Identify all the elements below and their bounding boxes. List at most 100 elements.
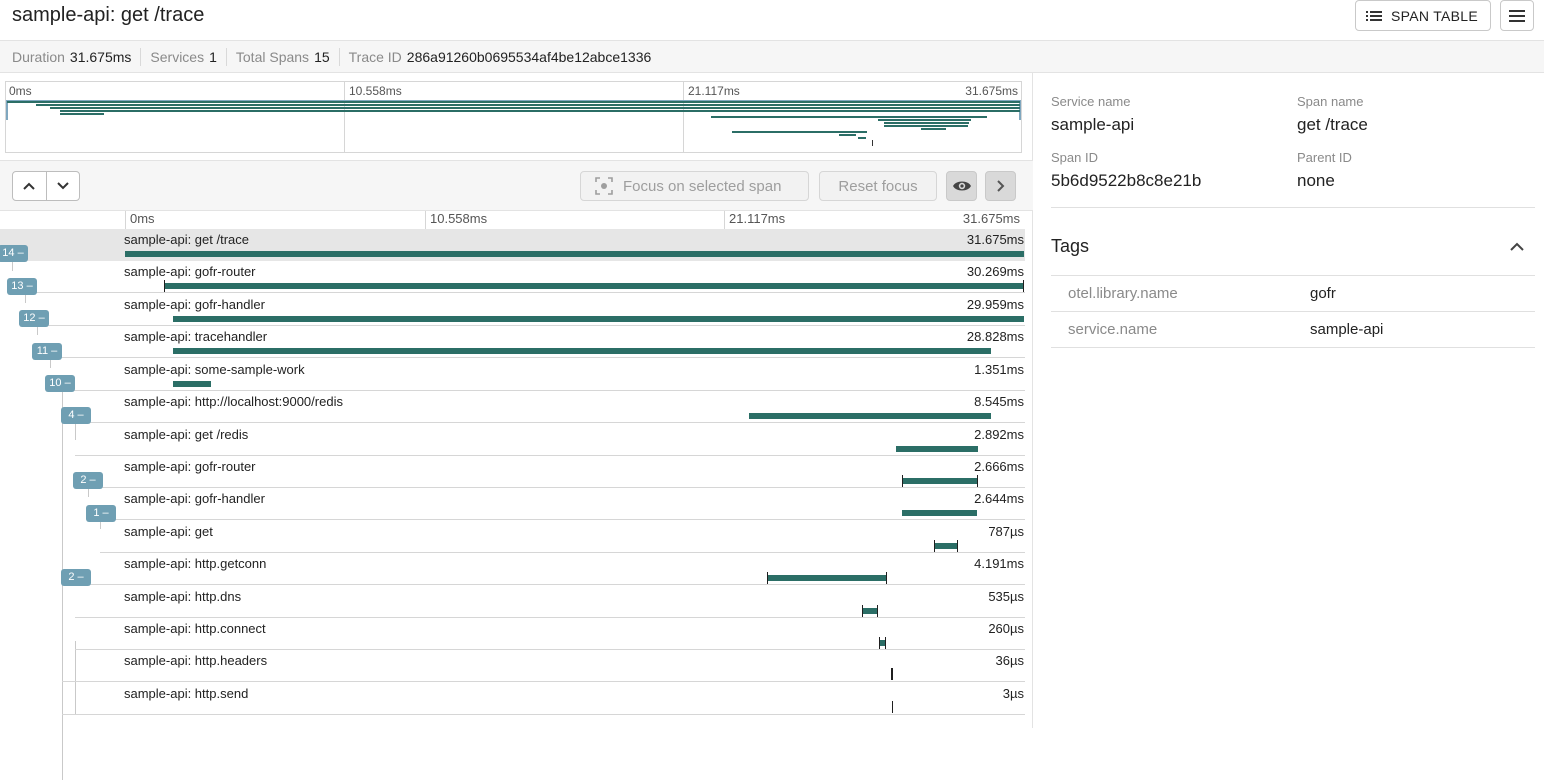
minimap-left-handle[interactable]: [6, 100, 8, 120]
field-label: Parent ID: [1297, 150, 1352, 165]
span-bar-cap: [886, 572, 887, 584]
visibility-toggle-button[interactable]: [946, 171, 977, 201]
collapse-badge[interactable]: 2 –: [61, 569, 91, 586]
row-divider: [37, 357, 1025, 358]
span-duration: 2.644ms: [974, 491, 1024, 506]
tag-key: otel.library.name: [1068, 285, 1178, 302]
trace-minimap[interactable]: 0ms 10.558ms 21.117ms 31.675ms: [5, 81, 1022, 153]
span-bar-cap: [862, 605, 863, 617]
field-value: none: [1297, 171, 1335, 190]
span-row[interactable]: sample-api: gofr-handler 29.959ms: [0, 294, 1025, 326]
span-row[interactable]: sample-api: gofr-router 2.666ms: [0, 456, 1025, 488]
reset-focus-button[interactable]: Reset focus: [819, 171, 937, 201]
span-row[interactable]: sample-api: http.send 3µs: [0, 683, 1025, 715]
stat-key: Total Spans: [235, 48, 310, 65]
span-bar-cap: [164, 280, 165, 292]
span-row[interactable]: sample-api: gofr-router 30.269ms: [0, 261, 1025, 293]
field-label: Span name: [1297, 94, 1364, 109]
ruler-gridline: [125, 211, 126, 229]
collapse-badge[interactable]: 2 –: [73, 472, 103, 489]
minimap-span-bar: [858, 137, 866, 139]
span-bar: [125, 251, 1024, 257]
span-row[interactable]: sample-api: gofr-handler 2.644ms: [0, 488, 1025, 520]
span-bar: [892, 701, 893, 713]
tag-key: service.name: [1068, 321, 1158, 338]
stat-value: 15: [314, 48, 330, 65]
row-divider: [62, 714, 1025, 715]
span-row[interactable]: sample-api: some-sample-work 1.351ms: [0, 359, 1025, 391]
collapse-badge[interactable]: 1 –: [86, 505, 116, 522]
minimap-span-bar: [872, 140, 873, 146]
span-row[interactable]: sample-api: get /redis 2.892ms: [0, 424, 1025, 456]
expand-panel-button[interactable]: [985, 171, 1016, 201]
span-bar: [164, 280, 1024, 292]
page-title: sample-api: get /trace: [12, 4, 205, 26]
span-name: sample-api: http.send: [124, 686, 249, 701]
collapse-badge[interactable]: 4 –: [61, 407, 91, 424]
span-bar: [896, 446, 978, 452]
span-bar: [891, 668, 893, 680]
tag-value: gofr: [1310, 285, 1336, 302]
timeline-controls: Focus on selected span Reset focus: [0, 161, 1033, 211]
field-value: 5b6d9522b8c8e21b: [1051, 171, 1202, 190]
span-bar-cap: [902, 475, 903, 487]
span-duration: 28.828ms: [966, 329, 1024, 344]
span-nav-group: [12, 171, 80, 201]
reset-label: Reset focus: [838, 177, 918, 195]
parent-id-field: Parent ID none: [1297, 150, 1352, 191]
chevron-up-icon: [23, 182, 36, 190]
next-span-button[interactable]: [45, 172, 79, 200]
span-duration: 260µs: [988, 621, 1024, 636]
tags-collapse-toggle[interactable]: [1510, 238, 1524, 256]
minimap-span-bar: [732, 131, 867, 133]
collapse-badge[interactable]: 14 –: [0, 245, 28, 262]
span-row[interactable]: sample-api: http.headers 36µs: [0, 650, 1025, 682]
prev-span-button[interactable]: [13, 172, 46, 200]
minimap-span-bar: [7, 101, 1020, 103]
minimap-span-bar: [839, 134, 856, 136]
span-name-field: Span name get /trace: [1297, 94, 1368, 135]
span-duration: 31.675ms: [966, 232, 1024, 247]
collapse-badge[interactable]: 10 –: [45, 375, 75, 392]
collapse-badge[interactable]: 11 –: [32, 343, 62, 360]
span-bar: [749, 413, 991, 419]
collapse-badge[interactable]: 13 –: [7, 278, 37, 295]
minimap-span-bar: [60, 110, 1020, 112]
span-bar-cap: [1023, 280, 1024, 292]
chevron-right-icon: [996, 180, 1004, 192]
minimap-span-bar: [711, 116, 987, 118]
span-row[interactable]: sample-api: tracehandler 28.828ms: [0, 326, 1025, 358]
chevron-up-icon: [1510, 242, 1524, 251]
span-row[interactable]: sample-api: http://localhost:9000/redis …: [0, 391, 1025, 423]
stat-trace-id: Trace ID 286a91260b0695534af4be12abce133…: [338, 47, 661, 66]
tags-heading[interactable]: Tags: [1051, 236, 1089, 257]
span-name: sample-api: http.getconn: [124, 556, 267, 571]
span-row[interactable]: sample-api: http.getconn 4.191ms: [0, 553, 1025, 585]
span-bar: [173, 348, 991, 354]
collapse-badge[interactable]: 12 –: [19, 310, 49, 327]
span-table-label: SPAN TABLE: [1391, 7, 1479, 24]
focus-selected-span-button[interactable]: Focus on selected span: [580, 171, 809, 201]
timeline-ruler: 0ms 10.558ms 21.117ms 31.675ms: [0, 211, 1033, 229]
menu-button[interactable]: [1500, 0, 1534, 31]
span-bar: [934, 540, 958, 552]
span-table-button[interactable]: SPAN TABLE: [1355, 0, 1491, 31]
stat-duration: Duration 31.675ms: [12, 48, 140, 66]
span-row[interactable]: sample-api: http.dns 535µs: [0, 586, 1025, 618]
service-name-field: Service name sample-api: [1051, 94, 1134, 135]
tag-row: otel.library.name gofr: [1051, 276, 1535, 312]
span-row[interactable]: sample-api: http.connect 260µs: [0, 618, 1025, 650]
minimap-tick-label: 10.558ms: [349, 84, 402, 98]
span-duration: 8.545ms: [974, 394, 1024, 409]
row-divider: [62, 584, 1025, 585]
span-row[interactable]: sample-api: get /trace 31.675ms: [0, 229, 1025, 261]
list-icon: [1366, 10, 1382, 21]
trace-stats-bar: Duration 31.675ms Services 1 Total Spans…: [0, 41, 1544, 73]
span-bar-cap: [767, 572, 768, 584]
span-name: sample-api: get /redis: [124, 427, 249, 442]
span-bar: [862, 605, 878, 617]
field-value: sample-api: [1051, 115, 1135, 134]
span-row[interactable]: sample-api: get 787µs: [0, 521, 1025, 553]
ruler-tick-label: 31.675ms: [962, 211, 1020, 226]
ruler-tick-label: 21.117ms: [729, 211, 786, 226]
